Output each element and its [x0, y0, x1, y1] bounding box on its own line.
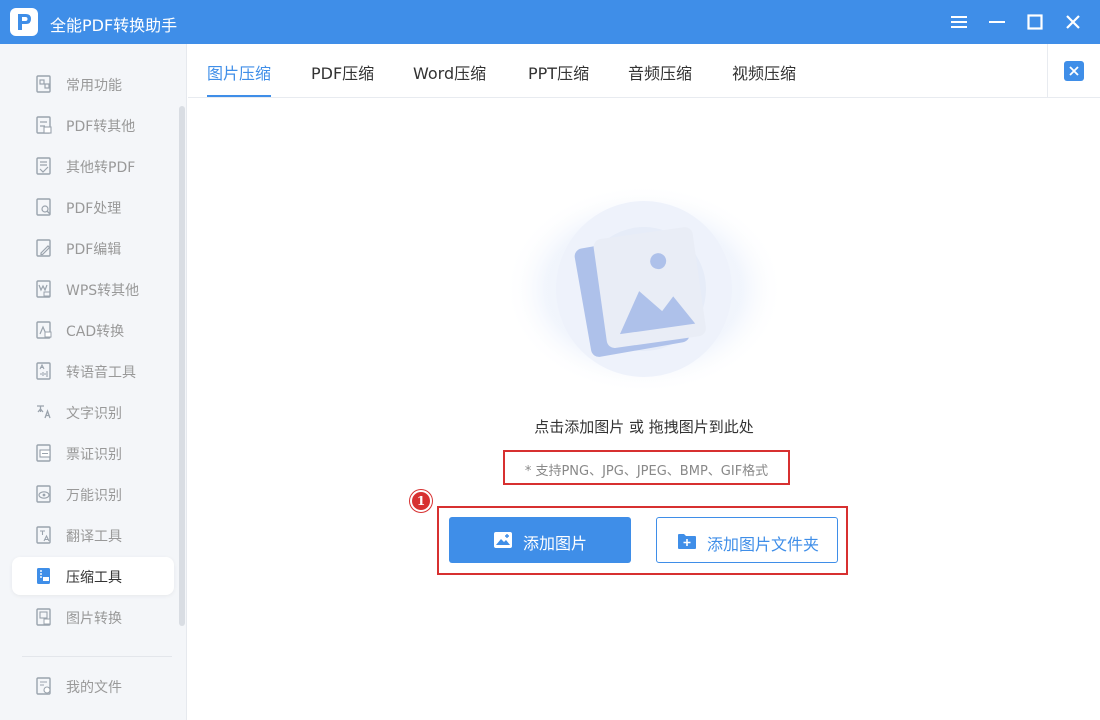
minimize-icon[interactable]: [983, 8, 1011, 36]
image-upload-illustration[interactable]: [504, 184, 784, 394]
sidebar-item-ticket-recognition[interactable]: 票证识别: [12, 434, 174, 472]
sidebar-item-label: PDF处理: [66, 201, 122, 217]
tab-video-compress[interactable]: 视频压缩: [732, 60, 796, 84]
sidebar-item-compress[interactable]: 压缩工具: [12, 557, 174, 595]
sidebar-divider: [22, 656, 172, 657]
tab-audio-compress[interactable]: 音频压缩: [628, 60, 692, 84]
support-formats-highlight: * 支持PNG、JPG、JPEG、BMP、GIF格式: [503, 450, 790, 485]
sidebar-item-universal-recognition[interactable]: 万能识别: [12, 475, 174, 513]
speech-icon: [36, 362, 51, 380]
sidebar-item-pdf-to-other[interactable]: PDF转其他: [12, 106, 174, 144]
image-convert-icon: [36, 608, 51, 626]
maximize-icon[interactable]: [1021, 8, 1049, 36]
sidebar-item-cad-convert[interactable]: CAD转换: [12, 311, 174, 349]
common-functions-icon: [36, 75, 51, 93]
step-badge: 1: [410, 490, 432, 512]
sidebar-item-pdf-process[interactable]: PDF处理: [12, 188, 174, 226]
my-files-icon: [36, 677, 51, 695]
compress-icon: [37, 568, 50, 584]
tab-word-compress[interactable]: Word压缩: [413, 60, 486, 84]
sidebar-item-label: 我的文件: [66, 680, 122, 696]
menu-icon[interactable]: [945, 8, 973, 36]
sidebar-scrollbar[interactable]: [179, 106, 185, 626]
cad-convert-icon: [36, 321, 52, 339]
tab-ppt-compress[interactable]: PPT压缩: [528, 60, 589, 84]
drop-hint: 点击添加图片 或 拖拽图片到此处: [534, 418, 754, 436]
wps-convert-icon: [36, 280, 51, 298]
sidebar-item-label: 转语音工具: [66, 365, 136, 381]
text-recognition-icon: [37, 405, 51, 419]
add-folder-icon: [678, 534, 696, 549]
sidebar-item-label: 其他转PDF: [66, 160, 136, 176]
add-image-label: 添加图片: [523, 534, 588, 553]
sidebar-item-label: PDF转其他: [66, 119, 136, 135]
tab-image-compress[interactable]: 图片压缩: [207, 60, 271, 84]
sidebar-item-label: 压缩工具: [66, 570, 122, 586]
add-folder-label: 添加图片文件夹: [707, 535, 820, 554]
tab-close-area: [1047, 44, 1100, 98]
add-image-icon: [494, 532, 512, 548]
sidebar-item-label: 常用功能: [66, 78, 122, 94]
universal-recognition-icon: [36, 485, 51, 503]
tab-bar: 图片压缩 PDF压缩 Word压缩 PPT压缩 音频压缩 视频压缩: [188, 44, 1100, 98]
add-image-button[interactable]: 添加图片: [449, 517, 631, 563]
sidebar-item-pdf-edit[interactable]: PDF编辑: [12, 229, 174, 267]
close-icon[interactable]: [1059, 8, 1087, 36]
sidebar-item-label: 翻译工具: [66, 529, 122, 545]
support-formats-text: * 支持PNG、JPG、JPEG、BMP、GIF格式: [524, 464, 769, 479]
ticket-recognition-icon: [36, 444, 51, 462]
sidebar-item-label: 万能识别: [66, 488, 122, 504]
title-bar: 全能PDF转换助手: [0, 0, 1100, 44]
app-logo: [10, 8, 38, 36]
sidebar-item-other-to-pdf[interactable]: 其他转PDF: [12, 147, 174, 185]
sidebar-item-text-recognition[interactable]: 文字识别: [12, 393, 174, 431]
sidebar-item-speech[interactable]: 转语音工具: [12, 352, 174, 390]
pdf-convert-icon: [36, 116, 52, 134]
sidebar-item-label: WPS转其他: [66, 283, 140, 299]
translate-icon: [36, 526, 51, 544]
sidebar-item-label: 票证识别: [66, 447, 122, 463]
sidebar-item-image-convert[interactable]: 图片转换: [12, 598, 174, 636]
main-panel: 点击添加图片 或 拖拽图片到此处 * 支持PNG、JPG、JPEG、BMP、GI…: [188, 98, 1100, 720]
close-panel-icon[interactable]: [1064, 61, 1084, 81]
active-tab-indicator: [207, 95, 271, 97]
pdf-process-icon: [36, 198, 51, 216]
sidebar: 常用功能 PDF转其他 其他转PDF PDF处理 PDF编辑 WPS转其他 CA…: [0, 44, 187, 720]
sidebar-item-translate[interactable]: 翻译工具: [12, 516, 174, 554]
pdf-edit-icon: [36, 239, 51, 257]
sidebar-item-label: 文字识别: [66, 406, 122, 422]
add-folder-button[interactable]: 添加图片文件夹: [656, 517, 838, 563]
sidebar-item-label: PDF编辑: [66, 242, 122, 258]
sidebar-item-wps-convert[interactable]: WPS转其他: [12, 270, 174, 308]
app-title: 全能PDF转换助手: [50, 16, 178, 35]
sidebar-item-label: CAD转换: [66, 324, 125, 340]
sidebar-item-label: 图片转换: [66, 611, 122, 627]
to-pdf-icon: [36, 157, 51, 175]
sidebar-item-common[interactable]: 常用功能: [12, 65, 174, 103]
sidebar-item-my-files[interactable]: 我的文件: [12, 667, 174, 705]
tab-pdf-compress[interactable]: PDF压缩: [311, 60, 374, 84]
